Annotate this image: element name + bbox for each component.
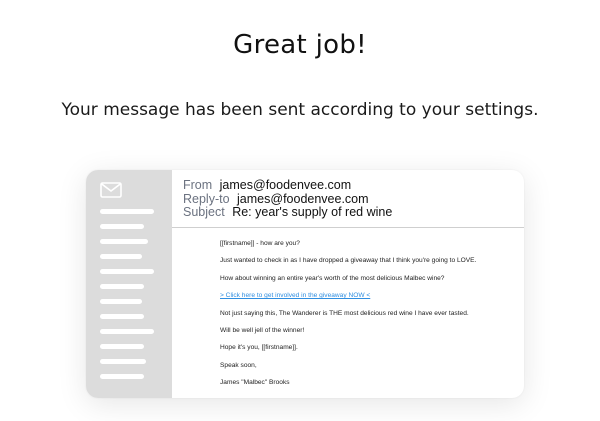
sidebar-line xyxy=(100,329,154,334)
body-paragraph: Hope it's you, [[firstname]]. xyxy=(220,344,298,352)
sidebar-line xyxy=(100,314,144,319)
subject-label: Subject xyxy=(183,205,225,219)
sidebar-line xyxy=(100,209,154,214)
body-paragraph: Will be well jell of the winner! xyxy=(220,326,305,334)
sidebar xyxy=(86,170,172,398)
sidebar-line xyxy=(100,224,144,229)
subject-value: Re: year's supply of red wine xyxy=(232,205,393,219)
body-greeting: [[firstname]] - how are you? xyxy=(220,240,300,247)
sidebar-line xyxy=(100,239,148,244)
envelope-icon xyxy=(100,182,122,198)
giveaway-link[interactable]: > Click here to get involved in the give… xyxy=(220,292,514,300)
sidebar-line xyxy=(100,359,146,364)
from-label: From xyxy=(183,178,213,192)
body-paragraph: Just wanted to check in as I have droppe… xyxy=(220,257,477,265)
email-preview-card: From james@foodenvee.com Reply-to james@… xyxy=(86,170,524,398)
sidebar-line xyxy=(100,374,144,379)
sidebar-line xyxy=(100,254,142,259)
body-signature: James "Malbec" Brooks xyxy=(220,379,290,387)
body-paragraph: Not just saying this, The Wanderer is TH… xyxy=(220,309,469,317)
sidebar-line xyxy=(100,299,142,304)
sidebar-line xyxy=(100,284,144,289)
body-paragraph: How about winning an entire year's worth… xyxy=(220,274,445,282)
replyto-label: Reply-to xyxy=(183,191,230,206)
replyto-row: Reply-to james@foodenvee.com xyxy=(183,191,524,207)
body-signoff: Speak soon, xyxy=(220,361,257,369)
page-title: Great job! xyxy=(233,30,367,60)
from-row: From james@foodenvee.com xyxy=(183,178,524,193)
from-value: james@foodenvee.com xyxy=(219,178,352,192)
sidebar-line xyxy=(100,344,144,349)
sidebar-line xyxy=(100,269,154,274)
subject-row: Subject Re: year's supply of red wine xyxy=(183,205,524,220)
email-pane: From james@foodenvee.com Reply-to james@… xyxy=(172,170,524,398)
status-message: Your message has been sent according to … xyxy=(61,100,539,120)
email-header: From james@foodenvee.com Reply-to james@… xyxy=(172,170,524,228)
email-body: [[firstname]] - how are you? Just wanted… xyxy=(220,240,514,398)
replyto-value: james@foodenvee.com xyxy=(237,191,369,206)
